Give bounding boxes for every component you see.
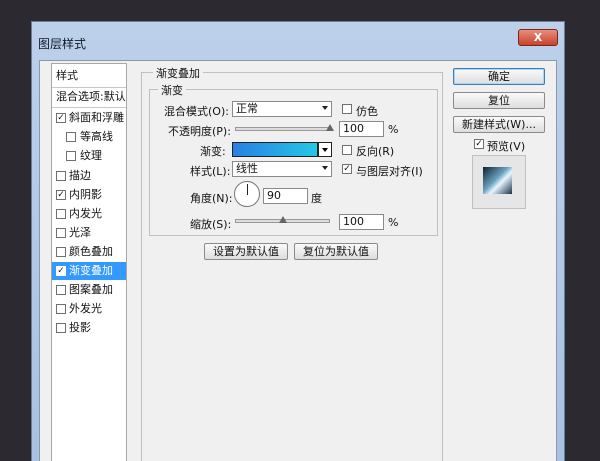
style-value: 线性 [236, 162, 258, 175]
style-item-contour[interactable]: 等高线 [52, 128, 126, 146]
style-select[interactable]: 线性 [232, 161, 332, 177]
chevron-down-icon [322, 166, 328, 170]
gradient-overlay-title: 渐变叠加 [153, 65, 203, 81]
opacity-label: 不透明度(P): [168, 125, 231, 138]
style-item-outer-glow[interactable]: 外发光 [52, 300, 126, 318]
texture-checkbox[interactable] [66, 151, 76, 161]
style-preview [472, 155, 526, 209]
chevron-down-icon [322, 106, 328, 110]
outer-glow-checkbox[interactable] [56, 304, 66, 314]
style-item-drop-shadow[interactable]: 投影 [52, 319, 126, 337]
opacity-slider-handle[interactable] [326, 124, 334, 131]
style-item-satin[interactable]: 光泽 [52, 224, 126, 242]
style-item-inner-glow[interactable]: 内发光 [52, 205, 126, 223]
style-item-label: 投影 [69, 321, 91, 334]
scale-slider-handle[interactable] [278, 216, 287, 223]
contour-checkbox[interactable] [66, 132, 76, 142]
style-item-label: 内阴影 [69, 188, 102, 201]
style-item-label: 等高线 [80, 130, 113, 143]
style-item-bevel-emboss[interactable]: ✓ 斜面和浮雕 [52, 109, 126, 127]
gradient-group-title: 渐变 [158, 82, 186, 98]
style-item-texture[interactable]: 纹理 [52, 147, 126, 165]
style-item-label: 颜色叠加 [69, 245, 113, 258]
layer-style-dialog: 图层样式 X 样式 混合选项:默认 ✓ 斜面和浮雕 等高线 纹理 描边 ✓ 内阴… [31, 21, 565, 461]
styles-header-label: 样式 [56, 69, 78, 82]
opacity-unit: % [388, 123, 399, 136]
drop-shadow-checkbox[interactable] [56, 323, 66, 333]
reset-button[interactable]: 复位 [453, 92, 545, 109]
style-item-color-overlay[interactable]: 颜色叠加 [52, 243, 126, 261]
style-item-label: 外发光 [69, 302, 102, 315]
preview-thumbnail [483, 167, 512, 194]
styles-list: 样式 混合选项:默认 ✓ 斜面和浮雕 等高线 纹理 描边 ✓ 内阴影 内发光 光… [51, 63, 127, 461]
reset-default-button[interactable]: 复位为默认值 [294, 243, 378, 260]
style-label: 样式(L): [190, 165, 231, 178]
angle-needle [247, 184, 248, 195]
angle-label: 角度(N): [190, 192, 233, 205]
close-button[interactable]: X [518, 29, 558, 46]
blend-mode-label: 混合模式(O): [164, 105, 229, 118]
preview-checkbox[interactable]: ✓ [474, 139, 484, 149]
align-with-layer-checkbox[interactable]: ✓ [342, 164, 352, 174]
style-item-label: 渐变叠加 [69, 264, 113, 277]
dialog-client-area: 样式 混合选项:默认 ✓ 斜面和浮雕 等高线 纹理 描边 ✓ 内阴影 内发光 光… [39, 60, 557, 461]
ok-button[interactable]: 确定 [453, 68, 545, 85]
blend-mode-select[interactable]: 正常 [232, 101, 332, 117]
blend-mode-value: 正常 [236, 102, 258, 115]
scale-unit: % [388, 216, 399, 229]
style-item-label: 纹理 [80, 149, 102, 162]
divider [52, 107, 126, 108]
chevron-down-icon [322, 148, 328, 152]
scale-label: 缩放(S): [190, 218, 232, 231]
color-overlay-checkbox[interactable] [56, 247, 66, 257]
gradient-swatch[interactable] [232, 142, 318, 157]
style-item-stroke[interactable]: 描边 [52, 167, 126, 185]
new-style-button[interactable]: 新建样式(W)... [453, 116, 545, 133]
style-item-label: 图案叠加 [69, 283, 113, 296]
angle-dial[interactable] [234, 181, 260, 207]
stroke-checkbox[interactable] [56, 171, 66, 181]
gradient-dropdown[interactable] [318, 142, 332, 157]
blend-options-item[interactable]: 混合选项:默认 [52, 88, 126, 106]
style-item-label: 内发光 [69, 207, 102, 220]
bevel-emboss-checkbox[interactable]: ✓ [56, 113, 66, 123]
set-default-button[interactable]: 设置为默认值 [204, 243, 288, 260]
style-item-inner-shadow[interactable]: ✓ 内阴影 [52, 186, 126, 204]
style-item-pattern-overlay[interactable]: 图案叠加 [52, 281, 126, 299]
inner-shadow-checkbox[interactable]: ✓ [56, 190, 66, 200]
reverse-checkbox[interactable] [342, 145, 352, 155]
opacity-slider[interactable] [235, 127, 330, 131]
dither-label: 仿色 [356, 105, 378, 118]
angle-input[interactable]: 90 [263, 188, 308, 204]
satin-checkbox[interactable] [56, 228, 66, 238]
dither-checkbox[interactable] [342, 104, 352, 114]
style-item-label: 光泽 [69, 226, 91, 239]
reverse-label: 反向(R) [356, 145, 395, 158]
pattern-overlay-checkbox[interactable] [56, 285, 66, 295]
title-bar[interactable]: 图层样式 X [32, 22, 564, 60]
window-title: 图层样式 [38, 37, 87, 51]
opacity-input[interactable]: 100 [339, 121, 384, 137]
styles-header[interactable]: 样式 [52, 67, 126, 85]
blend-options-label: 混合选项:默认 [56, 90, 126, 103]
angle-unit: 度 [311, 192, 322, 205]
scale-input[interactable]: 100 [339, 214, 384, 230]
style-item-label: 斜面和浮雕 [69, 111, 124, 124]
preview-label: 预览(V) [487, 140, 526, 153]
inner-glow-checkbox[interactable] [56, 209, 66, 219]
style-item-label: 描边 [69, 169, 91, 182]
gradient-label: 渐变: [200, 145, 226, 158]
gradient-overlay-checkbox[interactable]: ✓ [56, 266, 66, 276]
style-item-gradient-overlay[interactable]: ✓ 渐变叠加 [52, 262, 126, 280]
align-with-layer-label: 与图层对齐(I) [356, 165, 423, 178]
